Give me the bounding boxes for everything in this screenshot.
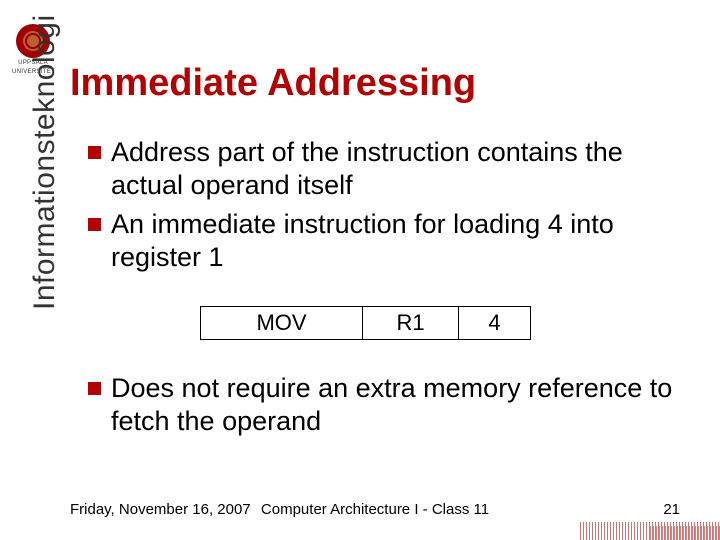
bullet-item: Does not require an extra memory referen… [88, 372, 698, 438]
instruction-diagram: MOV R1 4 [200, 306, 531, 340]
bullet-item: Address part of the instruction contains… [88, 136, 698, 202]
bullet-group-bottom: Does not require an extra memory referen… [88, 372, 698, 444]
footer-course: Computer Architecture I - Class 11 [261, 501, 489, 518]
square-bullet-icon [88, 146, 101, 159]
square-bullet-icon [88, 218, 101, 231]
bullet-text: An immediate instruction for loading 4 i… [111, 208, 698, 274]
corner-decoration-icon [580, 522, 720, 540]
bullet-item: An immediate instruction for loading 4 i… [88, 208, 698, 274]
sidebar-label: Informationsteknologi [28, 14, 62, 310]
footer-page: 21 [663, 501, 680, 518]
instruction-opcode: MOV [201, 307, 363, 340]
slide-title: Immediate Addressing [70, 62, 476, 105]
slide: UPPSALA UNIVERSITET Immediate Addressing… [0, 0, 720, 540]
bullet-group-top: Address part of the instruction contains… [88, 136, 698, 280]
instruction-immediate: 4 [459, 307, 531, 340]
footer-date: Friday, November 16, 2007 [70, 501, 251, 518]
bullet-text: Does not require an extra memory referen… [111, 372, 698, 438]
bullet-text: Address part of the instruction contains… [111, 136, 698, 202]
instruction-register: R1 [363, 307, 459, 340]
square-bullet-icon [88, 382, 101, 395]
footer: Friday, November 16, 2007 Computer Archi… [70, 501, 680, 518]
